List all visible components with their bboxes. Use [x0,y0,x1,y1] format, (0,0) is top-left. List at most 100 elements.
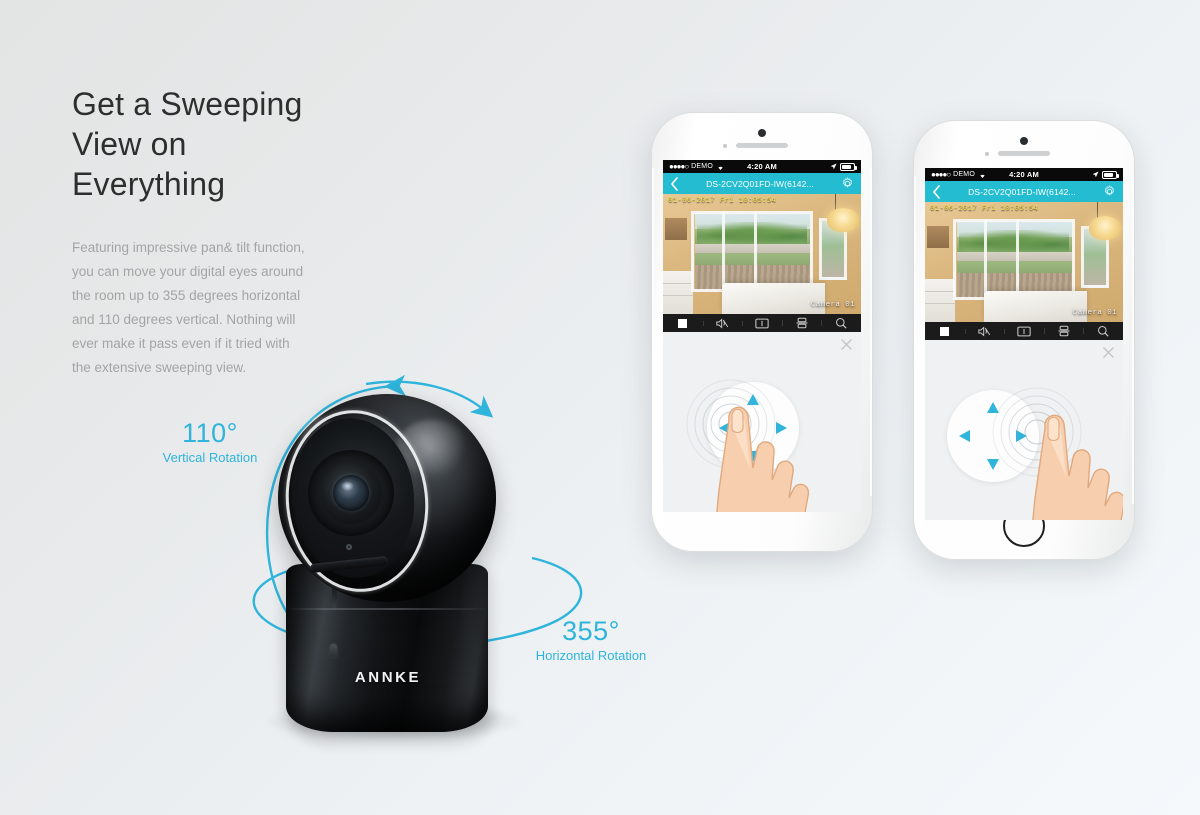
camera-status-led [330,644,337,657]
video-counter [722,282,826,314]
copy-block: Get a Sweeping View on Everything Featur… [72,84,402,380]
close-x-icon[interactable] [841,339,852,350]
stop-button[interactable] [925,326,965,336]
video-shelf [664,218,687,240]
video-door-frame [690,210,814,293]
phone-right-edge-highlight [870,168,872,496]
phone-right-screen: ●●●●○ DEMO 4:20 AM DS-2CV2Q01FD-IW(6142.… [925,168,1123,520]
snapshot-icon [1017,326,1031,336]
video-door-mullion [984,218,988,301]
zoom-button[interactable] [821,317,861,329]
marketing-banner: Get a Sweeping View on Everything Featur… [0,0,1200,815]
description-line: and 110 degrees vertical. Nothing will [72,312,296,327]
video-door-frame [952,218,1076,301]
close-x-icon[interactable] [1103,347,1114,358]
status-bar-right [777,162,858,171]
record-button[interactable] [1043,325,1084,337]
headline-line-3: Everything [72,166,226,202]
camera-base-seam [286,608,488,610]
camera-lens-glint [341,481,354,491]
video-cabinet-line [663,282,693,284]
video-cabinet-line [663,294,693,296]
live-video-feed[interactable]: 01-06-2017 Fri 10:05:54 Camera 01 [925,202,1123,322]
phone-left-edge-highlight [652,168,654,496]
status-bar-time: 4:20 AM [1009,170,1039,179]
video-pendant-light [827,208,860,233]
headline-line-2: View on [72,126,187,162]
player-toolbar [925,322,1123,340]
signal-dots-icon: ●●●●○ [669,162,689,171]
carrier-label: DEMO [691,163,713,170]
status-bar-left: ●●●●○ DEMO [669,162,747,171]
snapshot-icon [755,318,769,328]
ptz-panel [663,332,861,512]
video-cabinet-line [925,290,955,292]
carrier-label: DEMO [953,171,975,178]
app-nav-bar: DS-2CV2Q01FD-IW(6142... [925,181,1123,202]
mute-button[interactable] [702,317,743,329]
page-title: Get a Sweeping View on Everything [72,84,402,204]
video-door-mullion [1016,218,1020,301]
earpiece-speaker [736,143,788,148]
description-line: ever make it pass even if it tried with [72,336,290,351]
wifi-icon [718,166,723,170]
gear-icon[interactable] [841,177,854,190]
status-bar: ●●●●○ DEMO 4:20 AM [925,168,1123,181]
snapshot-button[interactable] [1004,326,1044,337]
record-layout-icon [796,317,808,329]
video-camera-label: Camera 01 [810,301,855,309]
video-cabinet-line [925,302,955,304]
player-toolbar [663,314,861,332]
phone-left-screen: ●●●●○ DEMO 4:20 AM DS-2CV2Q01FD-IW(6142.… [663,160,861,512]
location-arrow-icon [1092,171,1099,178]
signal-dots-icon: ●●●●○ [931,170,951,179]
headline-line-1: Get a Sweeping [72,86,303,122]
video-counter [984,290,1088,322]
magnifier-icon [836,318,847,329]
location-arrow-icon [830,163,837,170]
video-door-mullion [754,210,758,293]
video-timestamp: 01-06-2017 Fri 10:05:54 [668,197,777,205]
video-shelf [926,226,949,248]
video-camera-label: Camera 01 [1072,309,1117,317]
status-bar: ●●●●○ DEMO 4:20 AM [663,160,861,173]
snapshot-button[interactable] [742,318,782,329]
stop-button[interactable] [663,318,703,328]
mute-button[interactable] [964,325,1005,337]
description-line: Featuring impressive pan& tilt function, [72,240,305,255]
triangle-left-icon [959,430,970,442]
proximity-sensor-icon [723,144,727,148]
camera-microphone [346,544,352,550]
phone-left-edge-highlight [914,176,916,504]
gear-icon[interactable] [1103,185,1116,198]
status-bar-time: 4:20 AM [747,162,777,171]
front-camera-icon [758,129,766,137]
pointing-hand-icon [1032,414,1123,520]
stop-square-icon [940,326,950,336]
live-video-feed[interactable]: 01-06-2017 Fri 10:05:54 Camera 01 [663,194,861,314]
camera-product-image: ANNKE [246,372,583,764]
status-bar-right [1039,170,1120,179]
chevron-left-icon[interactable] [670,176,679,191]
zoom-button[interactable] [1083,325,1123,337]
video-pendant-light [1089,216,1122,241]
phone-left: ●●●●○ DEMO 4:20 AM DS-2CV2Q01FD-IW(6142.… [651,112,873,552]
chevron-left-icon[interactable] [932,184,941,199]
pointing-hand-icon [716,406,810,512]
phone-right: ●●●●○ DEMO 4:20 AM DS-2CV2Q01FD-IW(6142.… [913,120,1135,560]
video-cabinet [925,278,955,322]
speaker-mute-icon [716,317,729,329]
wifi-icon [980,174,985,178]
front-camera-icon [1020,137,1028,145]
stop-square-icon [678,318,688,328]
video-door-mullion [722,210,726,293]
battery-icon [840,162,858,171]
app-nav-bar: DS-2CV2Q01FD-IW(6142... [663,173,861,194]
video-timestamp: 01-06-2017 Fri 10:05:54 [930,205,1039,213]
description-text: Featuring impressive pan& tilt function,… [72,236,402,380]
device-title: DS-2CV2Q01FD-IW(6142... [706,178,814,189]
record-button[interactable] [781,317,822,329]
camera-brand-logo: ANNKE [354,669,422,686]
phone-right-edge-highlight [1132,176,1134,504]
description-line: you can move your digital eyes around [72,264,304,279]
